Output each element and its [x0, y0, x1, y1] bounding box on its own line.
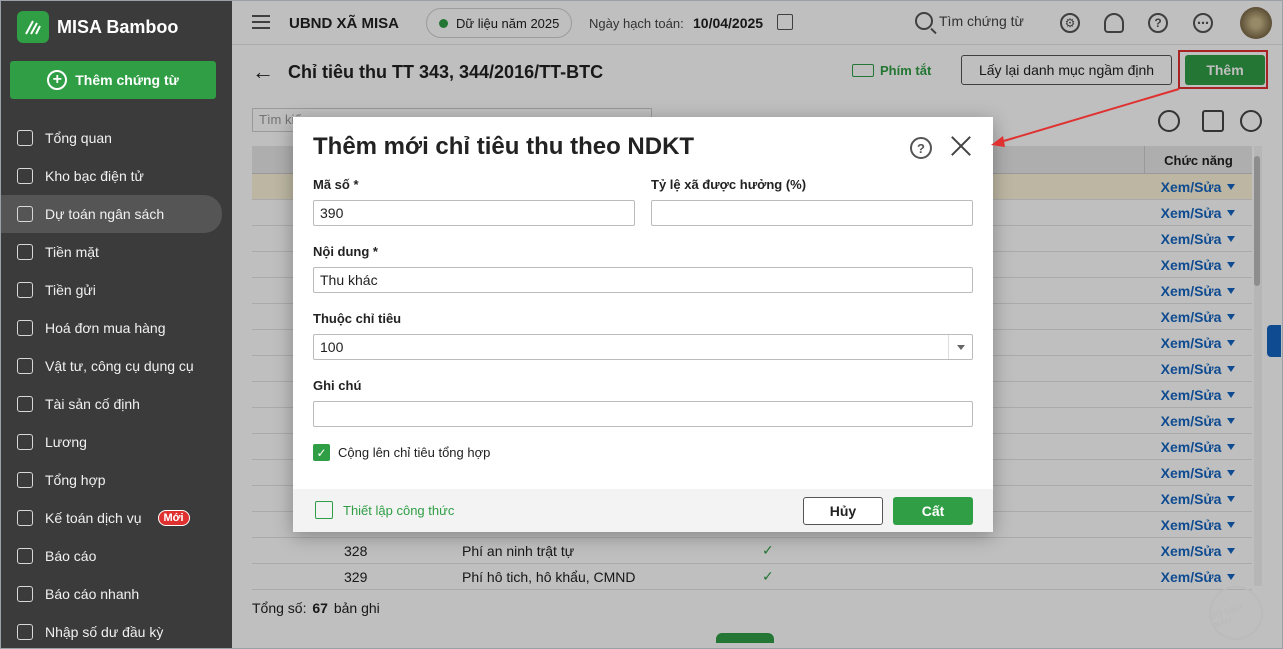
sidebar-item[interactable]: Dự toán ngân sách	[1, 195, 222, 233]
sidebar-item[interactable]: Nhập số dư đầu kỳ	[1, 613, 232, 648]
add-voucher-button[interactable]: + Thêm chứng từ	[10, 61, 216, 99]
chevron-down-icon[interactable]	[948, 335, 972, 359]
cancel-button[interactable]: Hủy	[803, 497, 883, 525]
sidebar-item[interactable]: Kho bạc điện tử	[1, 157, 232, 195]
report-icon	[17, 548, 33, 564]
summary-icon	[17, 472, 33, 488]
invoice-icon	[17, 320, 33, 336]
sidebar-item-label: Nhập số dư đầu kỳ	[45, 624, 164, 640]
sidebar-item-label: Kho bạc điện tử	[45, 168, 144, 184]
save-button[interactable]: Cất	[893, 497, 973, 525]
content-label: Nội dung *	[313, 244, 378, 259]
asset-icon	[17, 396, 33, 412]
sidebar-item-label: Tiền gửi	[45, 282, 96, 298]
service-icon	[17, 510, 33, 526]
code-field[interactable]: 390	[313, 200, 635, 226]
treasury-icon	[17, 168, 33, 184]
quick-report-icon	[17, 586, 33, 602]
sidebar-item-label: Báo cáo nhanh	[45, 586, 140, 602]
help-icon[interactable]: ?	[910, 137, 932, 159]
add-revenue-item-dialog: Thêm mới chỉ tiêu thu theo NDKT ? Mã số …	[293, 117, 993, 532]
note-label: Ghi chú	[313, 378, 362, 393]
content-field[interactable]: Thu khác	[313, 267, 973, 293]
sidebar-nav: Tổng quan Kho bạc điện tử Dự toán ngân sác…	[1, 119, 232, 648]
sidebar-item[interactable]: Báo cáo	[1, 537, 232, 575]
sidebar-item-label: Kế toán dịch vụ	[45, 510, 142, 526]
sidebar-item[interactable]: Lương	[1, 423, 232, 461]
sidebar-item[interactable]: Tổng quan	[1, 119, 232, 157]
sidebar-item[interactable]: Vật tư, công cụ dụng cụ	[1, 347, 232, 385]
parent-value: 100	[320, 339, 344, 355]
sidebar-item[interactable]: Tổng hợp	[1, 461, 232, 499]
sidebar-item-label: Tổng quan	[45, 130, 112, 146]
sidebar-item-label: Tổng hợp	[45, 472, 106, 488]
formula-label: Thiết lập công thức	[343, 502, 455, 518]
sidebar-item-label: Tài sản cố định	[45, 396, 140, 412]
sidebar-item-label: Hoá đơn mua hàng	[45, 320, 166, 336]
budget-icon	[17, 206, 33, 222]
opening-balance-icon	[17, 624, 33, 640]
close-icon[interactable]	[950, 135, 972, 157]
sidebar-item[interactable]: Kế toán dịch vụ Mới	[1, 499, 232, 537]
sidebar-item[interactable]: Báo cáo nhanh	[1, 575, 232, 613]
formula-setup-link[interactable]: Thiết lập công thức	[315, 501, 454, 519]
checkbox-checked-icon[interactable]: ✓	[313, 444, 330, 461]
sidebar-item-label: Vật tư, công cụ dụng cụ	[45, 358, 194, 374]
rollup-label: Cộng lên chỉ tiêu tổng hợp	[338, 445, 491, 460]
parent-select[interactable]: 100	[313, 334, 973, 360]
sidebar-item-label: Báo cáo	[45, 548, 97, 564]
code-label: Mã số *	[313, 177, 359, 192]
sidebar-item[interactable]: Hoá đơn mua hàng	[1, 309, 232, 347]
calculator-icon	[315, 501, 333, 519]
dialog-title: Thêm mới chỉ tiêu thu theo NDKT	[313, 133, 695, 160]
new-badge: Mới	[157, 510, 190, 526]
sidebar: MISA Bamboo + Thêm chứng từ Tổng quan Kho…	[1, 1, 232, 648]
sidebar-item[interactable]: Tài sản cố định	[1, 385, 232, 423]
dashboard-icon	[17, 130, 33, 146]
deposit-icon	[17, 282, 33, 298]
note-field[interactable]	[313, 401, 973, 427]
app-window: MISA Bamboo + Thêm chứng từ Tổng quan Kho…	[0, 0, 1283, 649]
logo[interactable]: MISA Bamboo	[17, 11, 178, 43]
salary-icon	[17, 434, 33, 450]
parent-label: Thuộc chỉ tiêu	[313, 311, 402, 326]
tools-icon	[17, 358, 33, 374]
sidebar-item-label: Lương	[45, 434, 87, 450]
rate-label: Tỷ lệ xã được hưởng (%)	[651, 177, 807, 192]
dialog-footer: Thiết lập công thức Hủy Cất	[293, 489, 993, 532]
bamboo-logo-icon	[17, 11, 49, 43]
plus-circle-icon: +	[47, 70, 68, 90]
app-name: MISA Bamboo	[57, 16, 179, 37]
modal-backdrop-top	[232, 1, 1282, 45]
sidebar-item-label: Tiền mặt	[45, 244, 99, 260]
cash-icon	[17, 244, 33, 260]
rollup-checkbox-row[interactable]: ✓ Cộng lên chỉ tiêu tổng hợp	[313, 444, 490, 461]
sidebar-item-label: Dự toán ngân sách	[45, 206, 165, 222]
sidebar-item[interactable]: Tiền gửi	[1, 271, 232, 309]
sidebar-item[interactable]: Tiền mặt	[1, 233, 232, 271]
add-voucher-label: Thêm chứng từ	[75, 72, 179, 88]
rate-field[interactable]	[651, 200, 973, 226]
